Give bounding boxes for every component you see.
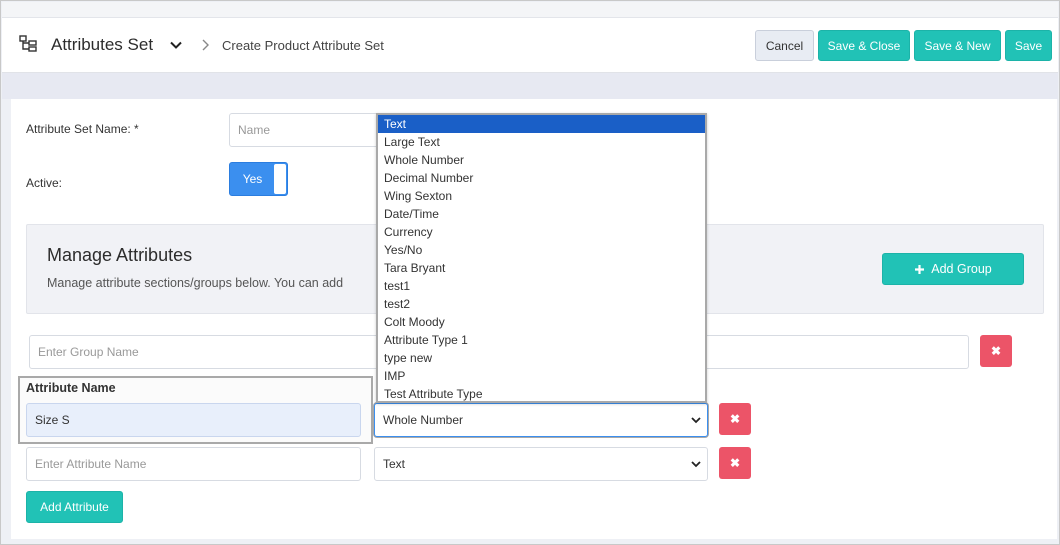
dropdown-option[interactable]: Currency [378,223,705,241]
save-new-button[interactable]: Save & New [914,30,1001,61]
attribute-name-header: Attribute Name [26,381,116,395]
attribute-type-value: Whole Number [383,413,464,427]
attribute-type-dropdown[interactable]: Text Large Text Whole Number Decimal Num… [376,113,707,403]
dropdown-option[interactable]: Attribute Type 1 [378,331,705,349]
save-close-button[interactable]: Save & Close [818,30,910,61]
dropdown-option[interactable]: type new [378,349,705,367]
cancel-button[interactable]: Cancel [755,30,814,61]
active-label: Active: [26,176,63,190]
dropdown-option[interactable]: Large Text [378,133,705,151]
page-title: Attributes Set [51,35,154,54]
chevron-right-icon [202,39,209,51]
manage-attributes-title: Manage Attributes [47,245,193,265]
remove-new-attribute-button[interactable]: ✖ [719,447,751,479]
browser-top-strip [2,2,1058,18]
app-window: Attributes Set Create Product Attribute … [0,0,1060,545]
remove-attribute-button[interactable]: ✖ [719,403,751,435]
breadcrumb: Create Product Attribute Set [222,38,384,53]
header-separator-band [2,73,1058,99]
new-attribute-name-input[interactable]: Enter Attribute Name [26,447,361,481]
remove-group-button[interactable]: ✖ [980,335,1012,367]
dropdown-option[interactable]: Whole Number [378,151,705,169]
plus-icon [915,264,925,274]
attribute-set-name-label: Attribute Set Name: * [26,122,139,136]
close-icon: ✖ [729,456,741,470]
add-attribute-button[interactable]: Add Attribute [26,491,123,523]
add-group-button[interactable]: Add Group [882,253,1024,285]
dropdown-option[interactable]: Test Attribute Type [378,385,705,403]
add-group-label: Add Group [931,262,992,276]
close-icon: ✖ [729,412,741,426]
dropdown-option[interactable]: Date/Time [378,205,705,223]
new-attribute-type-value: Text [383,457,406,471]
page-header: Attributes Set Create Product Attribute … [2,18,1058,73]
dropdown-option[interactable]: test2 [378,295,705,313]
dropdown-option[interactable]: test1 [378,277,705,295]
chevron-down-icon [691,417,701,424]
attribute-set-name-input[interactable]: Name [229,113,379,147]
attribute-type-select[interactable]: Whole Number [374,403,708,437]
active-toggle-label: Yes [242,172,263,186]
dropdown-option[interactable]: Colt Moody [378,313,705,331]
new-attribute-type-select[interactable]: Text [374,447,708,481]
toggle-knob [274,164,286,194]
dropdown-option[interactable]: Tara Bryant [378,259,705,277]
save-button[interactable]: Save [1005,30,1052,61]
close-icon: ✖ [990,344,1002,358]
active-toggle[interactable]: Yes [229,162,288,196]
dropdown-option[interactable]: Wing Sexton [378,187,705,205]
dropdown-option[interactable]: Decimal Number [378,169,705,187]
attribute-name-input[interactable]: Size S [26,403,361,437]
chevron-down-icon [691,461,701,468]
hierarchy-icon [19,35,37,52]
dropdown-option[interactable]: Yes/No [378,241,705,259]
chevron-down-icon[interactable] [169,38,183,52]
manage-attributes-description: Manage attribute sections/groups below. … [47,276,344,290]
dropdown-option[interactable]: Text [378,115,705,133]
dropdown-option[interactable]: IMP [378,367,705,385]
